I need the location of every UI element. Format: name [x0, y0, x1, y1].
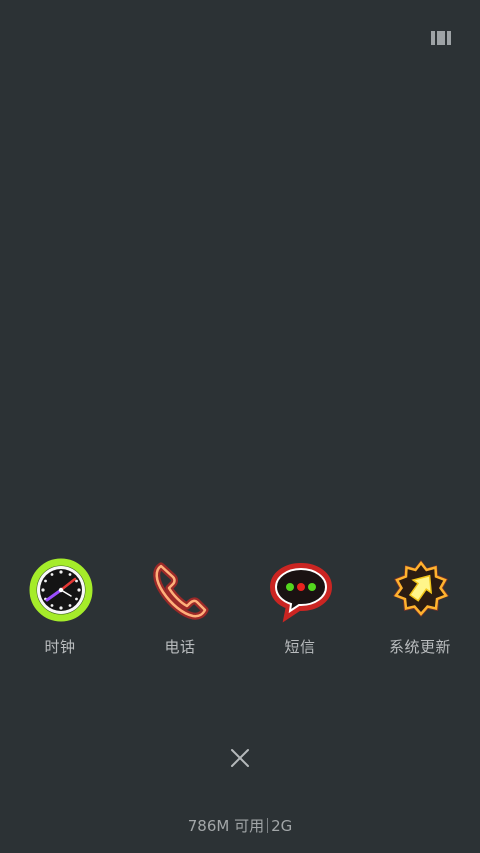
memory-info: 786M 可用 2G [0, 815, 480, 836]
memory-total: 2G [271, 817, 293, 835]
app-phone[interactable]: 电话 [120, 556, 240, 666]
close-icon [231, 749, 249, 767]
app-messages[interactable]: 短信 [240, 556, 360, 666]
card-view-icon [431, 31, 451, 45]
close-all-button[interactable] [222, 740, 258, 776]
view-toggle-button[interactable] [430, 29, 452, 47]
recent-apps-screen: 时钟 电话 短信 系统更新 786M 可用 2G [0, 0, 480, 853]
system-update-icon [393, 560, 449, 617]
recent-apps-row: 时钟 电话 短信 系统更新 [0, 556, 480, 666]
app-label: 系统更新 [388, 638, 451, 656]
app-label: 电话 [164, 638, 196, 656]
app-label: 时钟 [44, 638, 76, 656]
memory-available: 786M 可用 [187, 817, 265, 835]
app-label: 短信 [284, 638, 316, 656]
app-clock[interactable]: 时钟 [0, 556, 120, 666]
memory-separator [267, 818, 269, 833]
phone-icon [153, 562, 209, 620]
message-icon [269, 562, 333, 623]
clock-icon [29, 558, 93, 622]
app-system-update[interactable]: 系统更新 [360, 556, 480, 666]
